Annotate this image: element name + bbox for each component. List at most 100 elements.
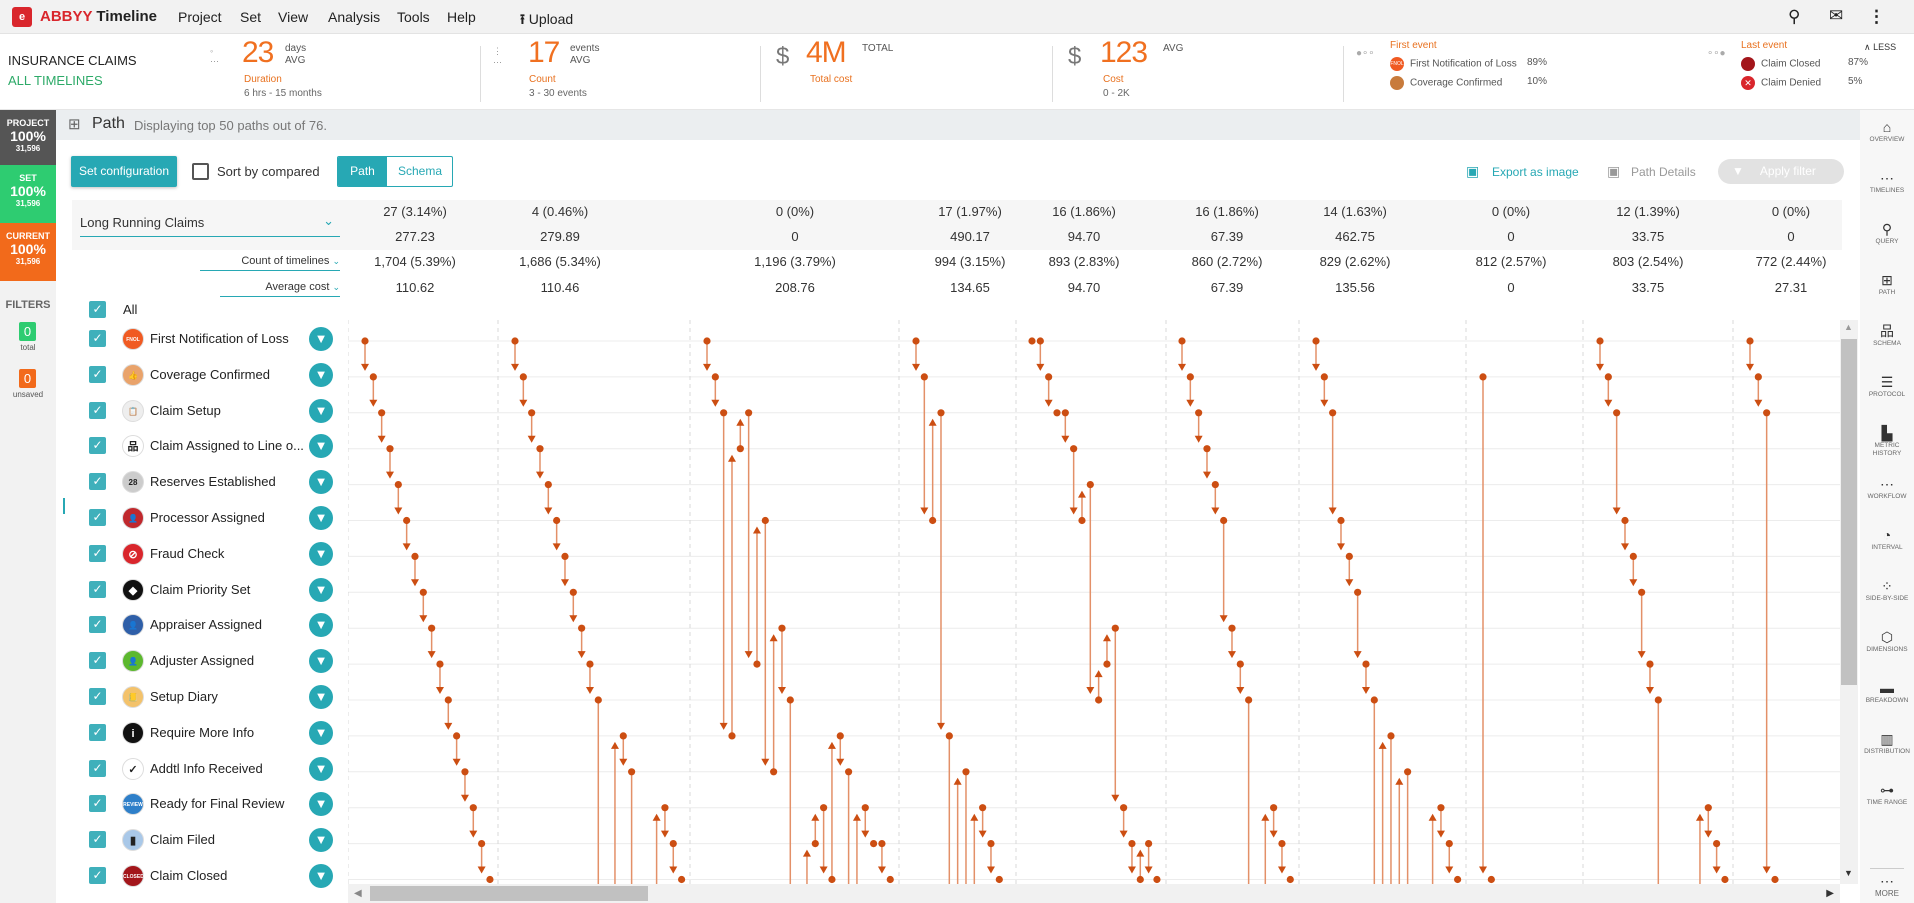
path-2-event-dot[interactable]: [619, 732, 627, 740]
menu-help[interactable]: Help: [447, 9, 476, 25]
event-checkbox[interactable]: ✓: [89, 616, 106, 634]
path-details-button[interactable]: Path Details: [1631, 165, 1696, 179]
event-checkbox[interactable]: ✓: [89, 544, 106, 562]
scroll-down-icon[interactable]: ▼: [1844, 868, 1853, 878]
menu-analysis[interactable]: Analysis: [328, 9, 380, 25]
sidebar-item-query[interactable]: ⚲ QUERY: [1860, 220, 1914, 246]
sidebar-more[interactable]: ⋯ MORE: [1860, 872, 1914, 898]
path-1-event-dot[interactable]: [378, 409, 386, 417]
path-1-event-dot[interactable]: [403, 516, 411, 525]
event-checkbox[interactable]: ✓: [89, 652, 106, 670]
path-3-event-dot[interactable]: [878, 840, 886, 848]
path-4-event-dot[interactable]: [995, 875, 1003, 884]
tile-set[interactable]: SET 100% 31,596: [0, 165, 56, 223]
path-3-event-dot[interactable]: [745, 409, 753, 417]
path-5-event-dot[interactable]: [1095, 696, 1103, 704]
tile-project[interactable]: PROJECT 100% 31,596: [0, 110, 56, 165]
path-9-event-dot[interactable]: [1704, 804, 1712, 812]
sidebar-item-schema[interactable]: 品 SCHEMA: [1860, 322, 1914, 348]
event-checkbox[interactable]: ✓: [89, 795, 106, 813]
path-3-event-dot[interactable]: [736, 445, 744, 453]
path-5-event-dot[interactable]: [1145, 840, 1153, 848]
sort-by-compared-label[interactable]: Sort by compared: [217, 164, 320, 179]
sidebar-item-overview[interactable]: ⌂ OVERVIEW: [1860, 118, 1914, 144]
event-filter-icon[interactable]: ▼: [309, 649, 333, 674]
path-7-event-dot[interactable]: [1312, 337, 1320, 345]
horizontal-scroll-thumb[interactable]: [370, 886, 648, 901]
path-3-event-dot[interactable]: [861, 804, 869, 812]
path-9-event-dot[interactable]: [1646, 660, 1654, 668]
path-3-event-dot[interactable]: [703, 337, 711, 345]
path-8-event-dot[interactable]: [1479, 373, 1487, 381]
path-6-event-dot[interactable]: [1286, 875, 1294, 884]
event-filter-icon[interactable]: ▼: [309, 828, 333, 853]
path-10-event-dot[interactable]: [1771, 875, 1779, 884]
sidebar-item-dimensions[interactable]: ⬡ DIMENSIONS: [1860, 628, 1914, 654]
mail-icon[interactable]: ✉: [1829, 6, 1843, 26]
sidebar-item-path[interactable]: ⊞ PATH: [1860, 271, 1914, 297]
path-1-event-dot[interactable]: [478, 840, 486, 848]
path-5-event-dot[interactable]: [1070, 445, 1078, 453]
path-3-event-dot[interactable]: [720, 409, 728, 417]
event-filter-icon[interactable]: ▼: [309, 434, 333, 459]
sidebar-item-workflow[interactable]: ⋯ WORKFLOW: [1860, 475, 1914, 501]
event-filter-icon[interactable]: ▼: [309, 613, 333, 638]
path-7-event-dot[interactable]: [1345, 552, 1353, 560]
path-3-event-dot[interactable]: [886, 875, 894, 884]
event-checkbox[interactable]: ✓: [89, 580, 106, 598]
path-2-event-dot[interactable]: [669, 840, 677, 848]
path-5-event-dot[interactable]: [1061, 409, 1069, 417]
path-6-event-dot[interactable]: [1278, 840, 1286, 848]
sidebar-item-protocol[interactable]: ☰ PROTOCOL: [1860, 373, 1914, 399]
path-2-event-dot[interactable]: [511, 337, 519, 345]
path-7-event-dot[interactable]: [1387, 732, 1395, 740]
path-6-event-dot[interactable]: [1228, 624, 1236, 632]
vertical-scrollbar[interactable]: ▲ ▼: [1840, 320, 1858, 884]
path-2-event-dot[interactable]: [536, 445, 544, 453]
event-checkbox[interactable]: ✓: [89, 509, 106, 526]
path-3-event-dot[interactable]: [811, 840, 819, 848]
scroll-right-icon[interactable]: ▶: [1826, 888, 1834, 899]
event-filter-icon[interactable]: ▼: [309, 362, 333, 387]
event-filter-icon[interactable]: ▼: [309, 756, 333, 781]
path-3-event-dot[interactable]: [761, 516, 769, 525]
path-2-event-dot[interactable]: [678, 875, 686, 884]
path-10-event-dot[interactable]: [1763, 409, 1771, 417]
path-3-event-dot[interactable]: [836, 732, 844, 740]
project-subtitle[interactable]: ALL TIMELINES: [8, 73, 103, 88]
path-5-event-dot[interactable]: [1053, 409, 1061, 417]
path-7-event-dot[interactable]: [1354, 588, 1362, 596]
event-checkbox[interactable]: ✓: [89, 365, 106, 383]
path-6-event-dot[interactable]: [1186, 373, 1194, 381]
path-5-event-dot[interactable]: [1045, 373, 1053, 381]
path-6-event-dot[interactable]: [1245, 696, 1253, 704]
event-filter-icon[interactable]: ▼: [309, 792, 333, 817]
path-9-event-dot[interactable]: [1629, 552, 1637, 560]
path-1-event-dot[interactable]: [428, 624, 436, 632]
sort-by-compared-checkbox[interactable]: [192, 163, 209, 180]
scroll-left-icon[interactable]: ◀: [354, 888, 362, 899]
path-7-event-dot[interactable]: [1362, 660, 1370, 668]
event-filter-icon[interactable]: ▼: [309, 398, 333, 423]
path-9-event-dot[interactable]: [1613, 409, 1621, 417]
path-9-event-dot[interactable]: [1721, 875, 1729, 884]
path-6-event-dot[interactable]: [1270, 804, 1278, 812]
path-3-event-dot[interactable]: [711, 373, 719, 381]
event-checkbox[interactable]: ✓: [89, 723, 106, 741]
event-checkbox[interactable]: ✓: [89, 831, 106, 849]
path-1-event-dot[interactable]: [486, 875, 494, 884]
path-2-event-dot[interactable]: [553, 516, 561, 525]
upload-button[interactable]: ⭱ Upload: [520, 9, 573, 33]
sidebar-item-interval[interactable]: ◔ INTERVAL: [1860, 526, 1914, 552]
path-3-event-dot[interactable]: [828, 875, 836, 884]
path-5-event-dot[interactable]: [1086, 481, 1094, 489]
event-checkbox[interactable]: ✓: [89, 867, 106, 884]
path-4-event-dot[interactable]: [945, 732, 953, 740]
export-as-image-button[interactable]: Export as image: [1492, 165, 1579, 179]
more-vertical-icon[interactable]: ⋮: [1868, 7, 1885, 27]
path-1-event-dot[interactable]: [369, 373, 377, 381]
metric-dropdown-cost[interactable]: Average cost ⌄: [220, 281, 340, 297]
filters-unsaved-badge[interactable]: 0: [19, 369, 36, 388]
event-filter-icon[interactable]: ▼: [309, 541, 333, 566]
path-5-event-dot[interactable]: [1111, 624, 1119, 632]
